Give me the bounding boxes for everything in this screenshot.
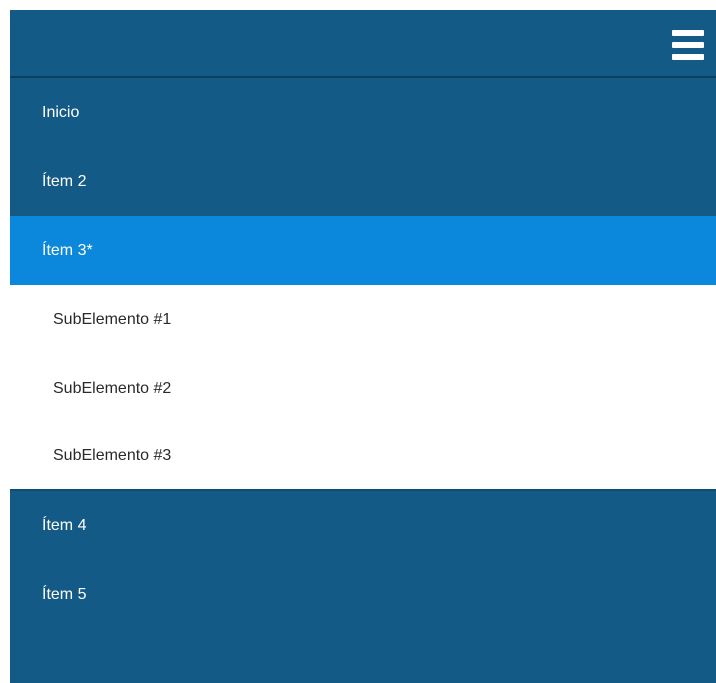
submenu-container: SubElemento #1 SubElemento #2 SubElement… bbox=[10, 285, 716, 489]
menu-item-2[interactable]: Ítem 2 bbox=[10, 147, 716, 216]
submenu-item-label: SubElemento #2 bbox=[53, 379, 172, 397]
hamburger-line bbox=[672, 42, 704, 48]
menu-item-label: Ítem 4 bbox=[42, 516, 87, 534]
submenu-item-3[interactable]: SubElemento #3 bbox=[10, 423, 716, 489]
submenu-item-1[interactable]: SubElemento #1 bbox=[10, 285, 716, 354]
menu-item-3-active[interactable]: Ítem 3* bbox=[10, 216, 716, 285]
menu-item-label: Inicio bbox=[42, 103, 80, 121]
menu-item-inicio[interactable]: Inicio bbox=[10, 78, 716, 147]
menu-item-4[interactable]: Ítem 4 bbox=[10, 491, 716, 560]
menu-item-label: Ítem 3* bbox=[42, 241, 93, 259]
menu-item-5[interactable]: Ítem 5 bbox=[10, 560, 716, 629]
top-bar bbox=[10, 10, 716, 78]
hamburger-menu-icon[interactable] bbox=[672, 30, 704, 60]
submenu-item-label: SubElemento #3 bbox=[53, 447, 172, 464]
nav-menu: Inicio Ítem 2 Ítem 3* SubElemento #1 Sub… bbox=[10, 78, 716, 629]
mobile-nav-panel: Inicio Ítem 2 Ítem 3* SubElemento #1 Sub… bbox=[10, 10, 716, 683]
submenu-item-label: SubElemento #1 bbox=[53, 310, 172, 328]
submenu: SubElemento #1 SubElemento #2 SubElement… bbox=[10, 285, 716, 489]
menu-item-label: Ítem 2 bbox=[42, 172, 87, 190]
submenu-item-2[interactable]: SubElemento #2 bbox=[10, 354, 716, 423]
hamburger-line bbox=[672, 54, 704, 60]
hamburger-line bbox=[672, 30, 704, 36]
menu-item-label: Ítem 5 bbox=[42, 585, 87, 603]
